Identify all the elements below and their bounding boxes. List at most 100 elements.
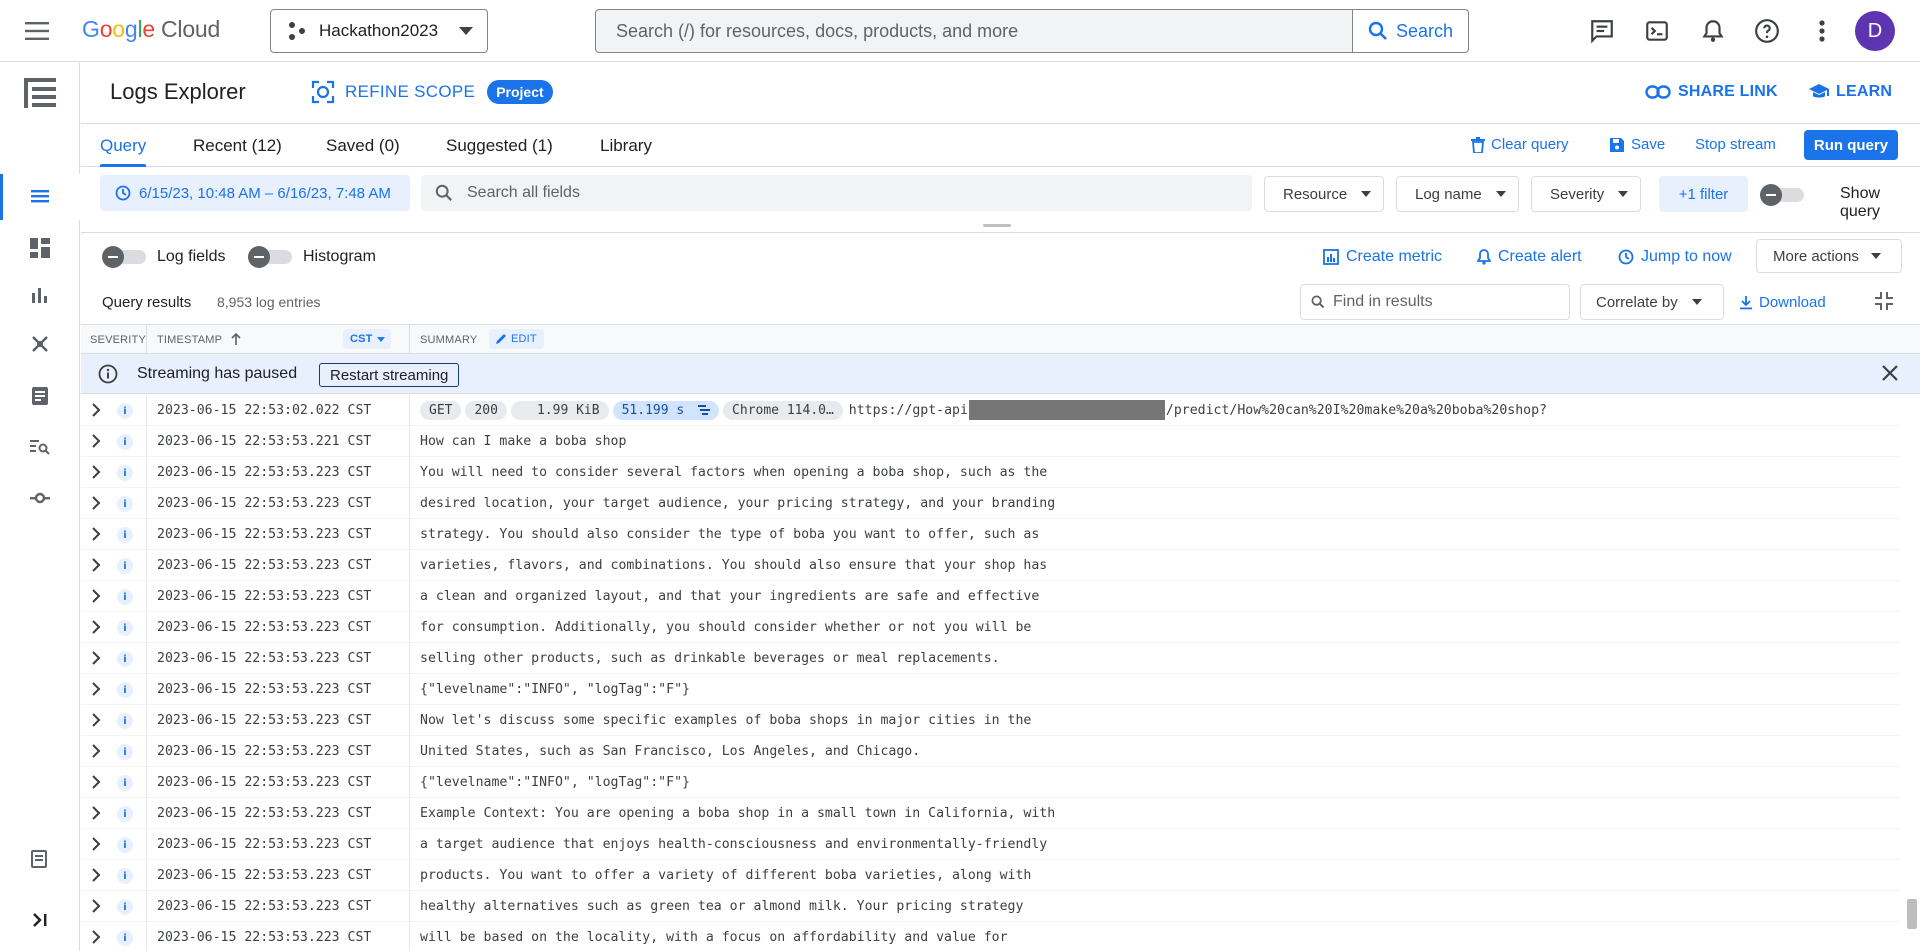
log-row[interactable]: i 2023-06-15 22:53:53.223 CST products. Yo… <box>81 860 1901 891</box>
http-status-chip[interactable]: 200 <box>465 400 507 420</box>
create-metric-button[interactable]: Create metric <box>1323 248 1442 266</box>
log-row[interactable]: i 2023-06-15 22:53:53.223 CST a target aud… <box>81 829 1901 860</box>
expand-chevron-icon[interactable] <box>87 463 105 481</box>
save-button[interactable]: Save <box>1609 136 1665 153</box>
project-selector[interactable]: Hackathon2023 <box>270 9 488 53</box>
log-row[interactable]: i 2023-06-15 22:53:53.223 CST selling othe… <box>81 643 1901 674</box>
refine-scope-button[interactable]: REFINE SCOPE Project <box>311 80 553 104</box>
log-row[interactable]: i 2023-06-15 22:53:53.223 CST {"levelname"… <box>81 674 1901 705</box>
expand-chevron-icon[interactable] <box>87 556 105 574</box>
avatar[interactable]: D <box>1855 11 1895 51</box>
jump-to-now-button[interactable]: Jump to now <box>1618 248 1732 266</box>
col-timestamp[interactable]: TIMESTAMP <box>157 334 222 346</box>
search-input[interactable]: Search (/) for resources, docs, products… <box>596 10 1352 52</box>
log-row[interactable]: i 2023-06-15 22:53:53.223 CST United State… <box>81 736 1901 767</box>
resize-handle[interactable] <box>983 224 1011 227</box>
log-row[interactable]: i 2023-06-15 22:53:53.223 CST {"levelname"… <box>81 767 1901 798</box>
log-row[interactable]: i 2023-06-15 22:53:53.223 CST desired loca… <box>81 488 1901 519</box>
tab-suggested[interactable]: Suggested (1) <box>446 136 553 167</box>
more-actions-dropdown[interactable]: More actions <box>1756 239 1902 273</box>
nav-expand[interactable] <box>0 897 80 943</box>
log-row[interactable]: i 2023-06-15 22:53:53.223 CST a clean and … <box>81 581 1901 612</box>
log-row[interactable]: i 2023-06-15 22:53:53.223 CST Example Cont… <box>81 798 1901 829</box>
show-query-toggle[interactable] <box>1760 184 1804 206</box>
scrollbar-thumb[interactable] <box>1907 899 1917 929</box>
expand-chevron-icon[interactable] <box>87 866 105 884</box>
expand-chevron-icon[interactable] <box>87 401 105 419</box>
expand-chevron-icon[interactable] <box>87 928 105 946</box>
expand-chevron-icon[interactable] <box>87 742 105 760</box>
log-row[interactable]: i 2023-06-15 22:53:53.223 CST You will nee… <box>81 457 1901 488</box>
more-vert-icon[interactable] <box>1805 14 1839 48</box>
log-row[interactable]: i 2023-06-15 22:53:02.022 CST GET 200 1.… <box>81 395 1901 426</box>
nav-pubsub[interactable] <box>0 475 80 521</box>
nav-logs-explorer[interactable] <box>0 174 80 220</box>
log-row[interactable]: i 2023-06-15 22:53:53.223 CST healthy alte… <box>81 891 1901 922</box>
menu-icon[interactable] <box>22 16 52 46</box>
log-row[interactable]: i 2023-06-15 22:53:53.223 CST will be base… <box>81 922 1901 951</box>
expand-chevron-icon[interactable] <box>87 897 105 915</box>
create-alert-button[interactable]: Create alert <box>1477 248 1582 266</box>
http-method-chip[interactable]: GET <box>420 400 462 420</box>
collapse-icon[interactable] <box>1874 291 1894 311</box>
find-in-results-input[interactable]: Find in results <box>1300 284 1570 320</box>
edit-summary-button[interactable]: EDIT <box>489 329 544 349</box>
restart-streaming-button[interactable]: Restart streaming <box>319 363 460 387</box>
nav-log-search[interactable] <box>0 424 80 470</box>
log-name-dropdown[interactable]: Log name <box>1396 176 1519 212</box>
nav-release-notes[interactable] <box>0 836 80 882</box>
expand-chevron-icon[interactable] <box>87 432 105 450</box>
tab-recent[interactable]: Recent (12) <box>193 136 282 167</box>
log-row[interactable]: i 2023-06-15 22:53:53.221 CST How can I ma… <box>81 426 1901 457</box>
sort-arrow-up-icon[interactable] <box>231 333 241 345</box>
col-severity[interactable]: SEVERITY <box>90 334 146 346</box>
google-cloud-logo[interactable]: Google Cloud <box>82 16 220 43</box>
expand-chevron-icon[interactable] <box>87 773 105 791</box>
expand-chevron-icon[interactable] <box>87 680 105 698</box>
log-row[interactable]: i 2023-06-15 22:53:53.223 CST varieties, f… <box>81 550 1901 581</box>
severity-dropdown[interactable]: Severity <box>1531 176 1642 212</box>
time-range-picker[interactable]: 6/15/23, 10:48 AM – 6/16/23, 7:48 AM <box>100 175 410 211</box>
search-button[interactable]: Search <box>1352 10 1468 52</box>
expand-chevron-icon[interactable] <box>87 835 105 853</box>
expand-chevron-icon[interactable] <box>87 711 105 729</box>
stop-stream-button[interactable]: Stop stream <box>1695 136 1776 153</box>
learn-button[interactable]: LEARN <box>1809 83 1892 101</box>
response-size-chip[interactable]: 1.99 KiB <box>510 400 609 420</box>
tab-library[interactable]: Library <box>600 136 652 167</box>
expand-chevron-icon[interactable] <box>87 649 105 667</box>
latency-chip[interactable]: 51.199 s <box>612 400 720 420</box>
run-query-button[interactable]: Run query <box>1804 130 1898 160</box>
timezone-selector[interactable]: CST <box>343 329 391 349</box>
bell-icon[interactable] <box>1696 14 1730 48</box>
correlate-by-dropdown[interactable]: Correlate by <box>1580 284 1724 320</box>
search-all-fields-input[interactable]: Search all fields <box>421 175 1252 211</box>
terminal-icon[interactable] <box>1640 14 1674 48</box>
log-fields-toggle[interactable] <box>102 246 146 268</box>
chat-icon[interactable] <box>1585 14 1619 48</box>
logging-product-icon[interactable] <box>0 62 80 124</box>
download-button[interactable]: Download <box>1739 294 1826 311</box>
expand-chevron-icon[interactable] <box>87 525 105 543</box>
log-row[interactable]: i 2023-06-15 22:53:53.223 CST strategy. Yo… <box>81 519 1901 550</box>
log-row[interactable]: i 2023-06-15 22:53:53.223 CST Now let's di… <box>81 705 1901 736</box>
clear-query-button[interactable]: Clear query <box>1471 136 1569 153</box>
expand-chevron-icon[interactable] <box>87 587 105 605</box>
help-icon[interactable] <box>1750 14 1784 48</box>
histogram-toggle[interactable] <box>248 246 292 268</box>
resource-dropdown[interactable]: Resource <box>1264 176 1385 212</box>
nav-logs-storage[interactable] <box>0 373 80 419</box>
user-agent-chip[interactable]: Chrome 114.0… <box>723 400 843 420</box>
expand-chevron-icon[interactable] <box>87 494 105 512</box>
more-filters-button[interactable]: +1 filter <box>1659 176 1748 212</box>
share-link-button[interactable]: SHARE LINK <box>1645 83 1778 101</box>
close-icon[interactable] <box>1881 364 1899 382</box>
expand-chevron-icon[interactable] <box>87 618 105 636</box>
nav-analytics[interactable] <box>0 272 80 318</box>
nav-dashboard[interactable] <box>0 225 80 271</box>
expand-chevron-icon[interactable] <box>87 804 105 822</box>
tab-saved[interactable]: Saved (0) <box>326 136 400 167</box>
nav-log-router[interactable] <box>0 321 80 367</box>
log-row[interactable]: i 2023-06-15 22:53:53.223 CST for consumpt… <box>81 612 1901 643</box>
tab-query[interactable]: Query <box>100 136 147 167</box>
